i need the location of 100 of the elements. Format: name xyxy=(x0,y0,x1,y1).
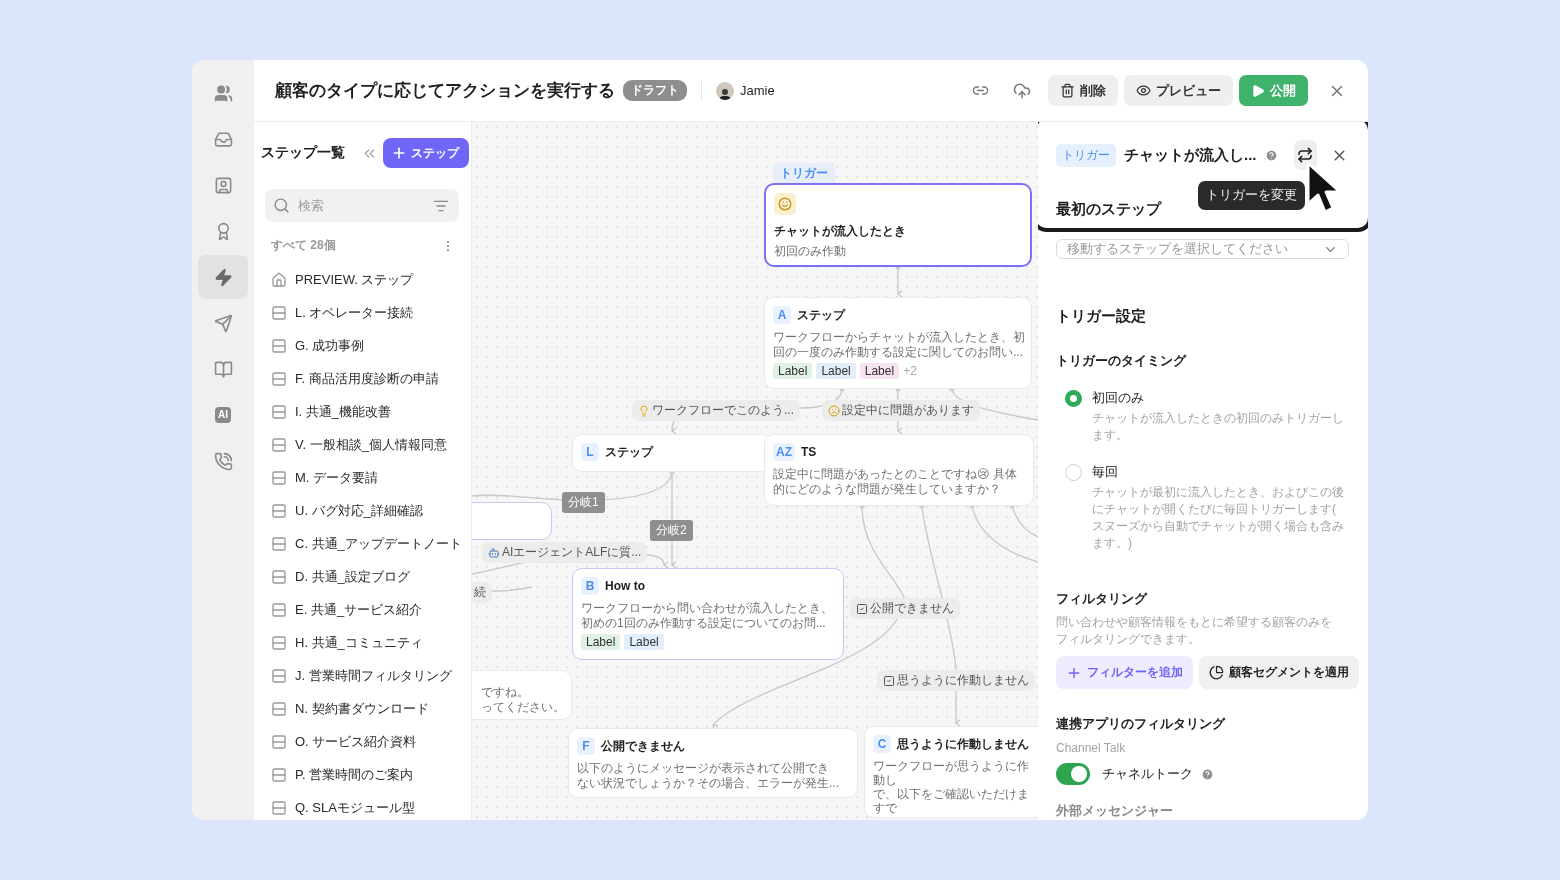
step-icon xyxy=(271,502,287,519)
condition-label: 設定中に問題があります xyxy=(822,400,980,421)
step-list-item[interactable]: M. データ要請 xyxy=(261,461,469,494)
step-list-item[interactable]: I. 共通_機能改善 xyxy=(261,395,469,428)
step-list-item[interactable]: O. サービス紹介資料 xyxy=(261,725,469,758)
step-list-item[interactable]: PREVIEW. ステップ xyxy=(261,263,469,296)
radio-button[interactable] xyxy=(1065,390,1082,407)
people-icon xyxy=(213,83,233,103)
node-description: ワークフローから問い合わせが流入したとき、 初めの1回のみ作動する設定についてのお問... xyxy=(581,601,834,631)
node-title: ステップ xyxy=(797,306,845,324)
node-title: 思うように作動しません xyxy=(897,735,1029,753)
ai-icon: AI xyxy=(215,407,231,423)
section-subtitle: フィルタリング xyxy=(1056,590,1149,608)
node-description: 初回のみ作動 xyxy=(774,244,847,259)
branch-label: 分岐1 xyxy=(562,492,605,513)
section-subtitle: トリガーのタイミング xyxy=(1056,352,1188,370)
step-icon xyxy=(271,766,287,783)
step-icon xyxy=(271,535,287,552)
step-node[interactable]: F 公開できません 以下のようにメッセージが表示されて公開でき ない状況でしょうか？その場合、エラーが発生... xyxy=(568,728,858,798)
node-description: ですね。 ってください。 xyxy=(481,685,563,715)
panel-title: ステップ一覧 xyxy=(261,144,345,162)
step-list-item[interactable]: V. 一般相談_個人情報同意 xyxy=(261,428,469,461)
node-badge: L xyxy=(581,443,599,461)
step-list-item[interactable]: G. 成功事例 xyxy=(261,329,469,362)
add-filter-button[interactable]: フィルターを追加 xyxy=(1056,656,1193,689)
step-node[interactable]: B How to ワークフローから問い合わせが流入したとき、 初めの1回のみ作動する設定についてのお問... Label Label xyxy=(572,568,844,660)
add-step-button[interactable]: ステップ xyxy=(383,138,469,168)
more-count: +2 xyxy=(903,364,917,378)
radio-button[interactable] xyxy=(1065,464,1082,481)
step-node[interactable]: AZ TS 設定中に問題があったとのことですね😢 具体 的にどのような問題が発生していますか？ xyxy=(764,434,1034,506)
step-list-item[interactable]: L. オペレーター接続 xyxy=(261,296,469,329)
step-icon xyxy=(271,601,287,618)
node-label: Label xyxy=(581,634,621,650)
avatar xyxy=(716,81,734,100)
step-list-item[interactable]: C. 共通_アップデートノート xyxy=(261,527,469,560)
tooltip: トリガーを変更 xyxy=(1198,181,1305,210)
step-list-item[interactable]: Q. SLAモジュール型 xyxy=(261,791,469,820)
pie-chart-icon xyxy=(1209,665,1224,680)
lightning-icon xyxy=(213,267,233,287)
step-list-item[interactable]: F. 商品活用度診断の申請 xyxy=(261,362,469,395)
step-list-item[interactable]: E. 共通_サービス紹介 xyxy=(261,593,469,626)
play-icon xyxy=(1251,83,1265,98)
node-description: 設定中に問題があったとのことですね😢 具体 的にどのような問題が発生していますか？ xyxy=(773,467,1018,497)
face-icon xyxy=(828,404,840,417)
step-icon xyxy=(271,337,287,354)
chat-icon xyxy=(774,193,796,215)
plus-icon xyxy=(391,145,407,161)
step-list-item[interactable]: H. 共通_コミュニティ xyxy=(261,626,469,659)
step-icon xyxy=(271,568,287,585)
search-input[interactable]: 検索 xyxy=(296,197,427,214)
nav-item[interactable] xyxy=(198,255,248,299)
toggle-switch[interactable] xyxy=(1056,763,1090,785)
option-label: 初回のみ xyxy=(1092,390,1145,407)
node-label: Label xyxy=(859,363,900,379)
condition-label: 思うように作動しません xyxy=(877,670,1035,691)
step-node[interactable]: ですね。 ってください。 xyxy=(472,670,572,720)
step-list-item[interactable]: P. 営業時間のご案内 xyxy=(261,758,469,791)
section-title: トリガー設定 xyxy=(1056,307,1147,326)
contact-card-icon xyxy=(213,175,233,195)
step-icon xyxy=(271,304,287,321)
node-badge: B xyxy=(581,577,599,595)
node-description: ワークフローが思うように作動し で、以下をご確認いただけますで xyxy=(873,759,1030,815)
cloud-upload-icon[interactable] xyxy=(1013,81,1031,100)
step-icon xyxy=(271,436,287,453)
option-description: チャットが流入したときの初回のみトリガーします。 xyxy=(1092,410,1345,444)
step-icon xyxy=(271,700,287,717)
node-label: Label xyxy=(624,634,664,650)
repeat-icon xyxy=(1297,147,1314,163)
step-icon xyxy=(271,634,287,651)
home-icon xyxy=(271,271,287,288)
step-list-item[interactable]: N. 契約書ダウンロード xyxy=(261,692,469,725)
delete-button[interactable]: 削除 xyxy=(1048,75,1118,106)
step-node[interactable]: A ステップ ワークフローからチャットが流入したとき、初 回の一度のみ作動する設定に関してのお問い... Label Label Label +2 xyxy=(764,297,1032,389)
checkbox-icon xyxy=(883,674,895,687)
preview-button[interactable]: プレビュー xyxy=(1124,75,1233,106)
node-badge: A xyxy=(773,306,791,324)
checkbox-icon xyxy=(856,602,868,615)
search-field[interactable]: 検索 xyxy=(265,189,459,222)
step-icon xyxy=(271,370,287,387)
swap-trigger-button[interactable] xyxy=(1293,140,1317,170)
node-label: Label xyxy=(816,363,856,379)
app-name: Channel Talk xyxy=(1056,741,1127,755)
step-list-item[interactable]: D. 共通_設定ブログ xyxy=(261,560,469,593)
step-icon xyxy=(271,733,287,750)
step-count: すべて 28個 xyxy=(271,237,336,254)
section-subtitle: 連携アプリのフィルタリング xyxy=(1056,715,1227,733)
workflow-title: 顧客のタイプに応じてアクションを実行する xyxy=(275,80,615,102)
step-list-item[interactable]: J. 営業時間フィルタリング xyxy=(261,659,469,692)
condition-label: ワークフローでこのよう... xyxy=(632,400,800,421)
node-description: 以下のようにメッセージが表示されて公開でき ない状況でしょうか？その場合、エラーが発生... xyxy=(577,761,840,791)
help-icon[interactable] xyxy=(1264,148,1278,162)
node-title: How to xyxy=(605,579,645,593)
trigger-node[interactable]: チャットが流入したとき 初回のみ作動 xyxy=(764,183,1032,267)
segment-button[interactable]: 顧客セグメントを適用 xyxy=(1199,656,1359,689)
help-icon[interactable] xyxy=(1201,767,1214,781)
condition-label: 公開できません xyxy=(850,598,960,619)
user-name: Jamie xyxy=(740,83,775,98)
step-node[interactable]: C 思うように作動しません ワークフローが思うように作動し で、以下をご確認いただけますで xyxy=(864,726,1038,818)
condition-label: AIエージェントALFに質... xyxy=(482,542,648,563)
step-list-item[interactable]: U. バグ対応_詳細確認 xyxy=(261,494,469,527)
